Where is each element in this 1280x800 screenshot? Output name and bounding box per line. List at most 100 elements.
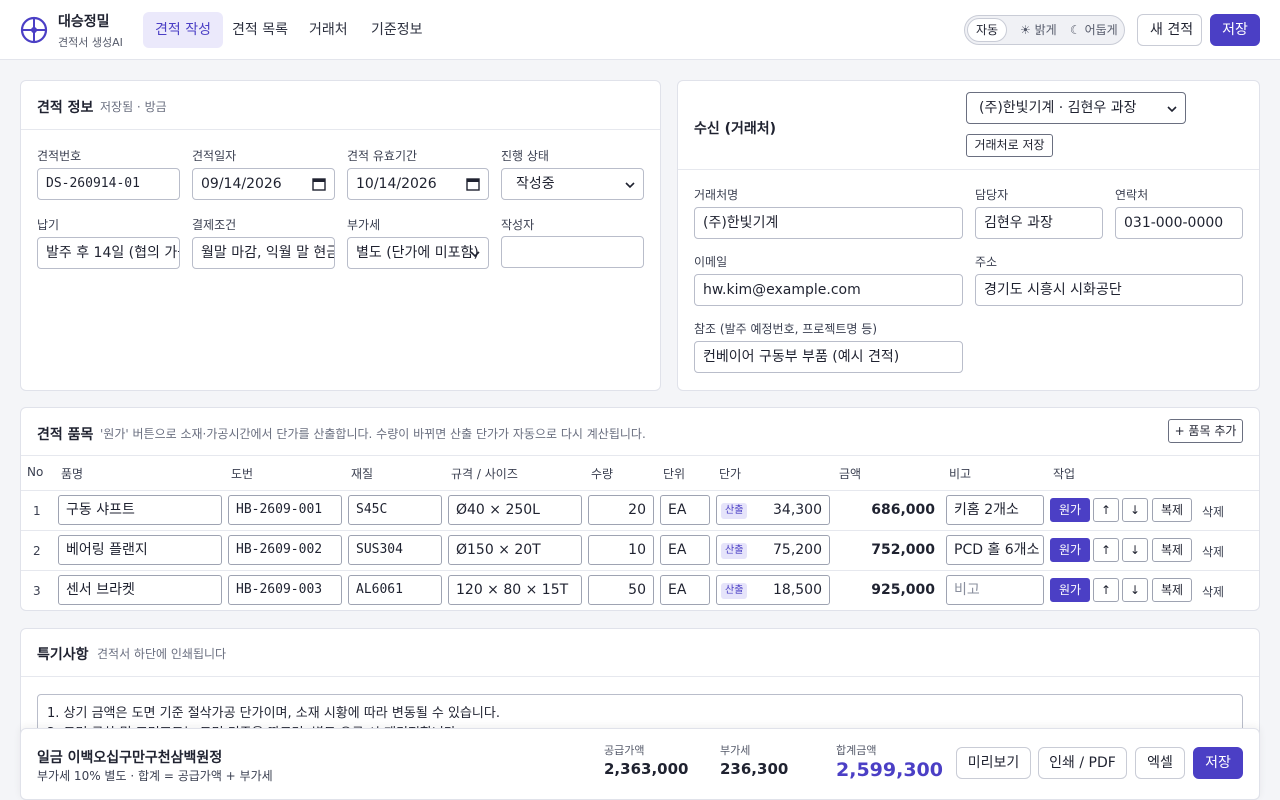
calendar-icon[interactable]: [312, 177, 326, 191]
vat-note: 부가세 10% 별도 · 합계 = 공급가액 + 부가세: [37, 769, 273, 783]
remark-input[interactable]: 비고: [946, 575, 1044, 605]
payment-input[interactable]: 월말 마감, 익월 말 현금: [192, 237, 335, 269]
save-status: 저장됨 · 방금: [100, 100, 167, 114]
progress-label: 진행 상태: [501, 149, 549, 163]
move-down-button[interactable]: ↓: [1122, 538, 1148, 562]
move-up-button[interactable]: ↑: [1093, 578, 1119, 602]
material-input[interactable]: SUS304: [348, 535, 442, 565]
client-select[interactable]: (주)한빛기계 · 김현우 과장: [966, 92, 1186, 124]
copy-row-button[interactable]: 복제: [1152, 538, 1192, 562]
move-down-button[interactable]: ↓: [1122, 578, 1148, 602]
spec-input[interactable]: Ø40 × 250L: [448, 495, 582, 525]
quote-number-label: 견적번호: [37, 149, 82, 163]
notes-title: 특기사항: [37, 647, 89, 663]
drawing-number-input[interactable]: HB-2609-001: [228, 495, 342, 525]
theme-dark[interactable]: ☾ 어둡게: [1062, 18, 1126, 42]
unit-input[interactable]: EA: [660, 495, 710, 525]
vat-label: 부가세: [347, 218, 381, 232]
remark-input[interactable]: PCD 홀 6개소: [946, 535, 1044, 565]
supply-value: 2,363,000: [604, 760, 689, 778]
calendar-icon[interactable]: [466, 177, 480, 191]
move-up-button[interactable]: ↑: [1093, 538, 1119, 562]
items-title: 견적 품목: [37, 427, 94, 443]
drawing-number-input[interactable]: HB-2609-002: [228, 535, 342, 565]
drawing-number-input[interactable]: HB-2609-003: [228, 575, 342, 605]
delete-row-button[interactable]: 삭제: [1202, 503, 1224, 520]
quote-date-label: 견적일자: [192, 149, 237, 163]
unit-price-input[interactable]: 산출 34,300: [716, 495, 830, 525]
progress-value: 작성중: [516, 176, 555, 192]
cost-button[interactable]: 원가: [1050, 498, 1090, 522]
preview-button[interactable]: 미리보기: [956, 747, 1031, 779]
brand-subtitle: 견적서 생성AI: [58, 36, 123, 49]
brand-name: 대승정밀: [58, 14, 110, 30]
material-input[interactable]: S45C: [348, 495, 442, 525]
grand-total-label: 합계금액: [836, 744, 877, 757]
crosshair-logo-icon: [20, 16, 48, 44]
theme-auto[interactable]: 자동: [967, 18, 1008, 42]
tab-quote-list[interactable]: 견적 목록: [220, 12, 300, 48]
quote-number-input[interactable]: DS-260914-01: [37, 168, 180, 200]
author-input[interactable]: [501, 236, 644, 268]
unit-price-input[interactable]: 산출 75,200: [716, 535, 830, 565]
row-divider: [21, 530, 1259, 531]
delete-row-button[interactable]: 삭제: [1202, 543, 1224, 560]
move-down-button[interactable]: ↓: [1122, 498, 1148, 522]
print-pdf-button[interactable]: 인쇄 / PDF: [1038, 747, 1127, 779]
qty-input[interactable]: 10: [588, 535, 654, 565]
progress-select[interactable]: 작성중: [501, 168, 644, 200]
line-amount: 925,000: [871, 582, 935, 598]
qty-input[interactable]: 20: [588, 495, 654, 525]
item-name-input[interactable]: 구동 샤프트: [58, 495, 222, 525]
unit-input[interactable]: EA: [660, 575, 710, 605]
cost-button[interactable]: 원가: [1050, 578, 1090, 602]
remark-input[interactable]: 키홈 2개소: [946, 495, 1044, 525]
spec-input[interactable]: 120 × 80 × 15T: [448, 575, 582, 605]
material-input[interactable]: AL6061: [348, 575, 442, 605]
valid-until-input[interactable]: 10/14/2026: [347, 168, 489, 200]
items-header-divider: [21, 455, 1259, 456]
new-quote-button[interactable]: 새 견적: [1137, 14, 1202, 46]
reference-input[interactable]: 컨베이어 구동부 부품 (예시 견적): [694, 341, 963, 373]
contact-input[interactable]: 김현우 과장: [975, 207, 1103, 239]
col-no: No: [27, 465, 44, 479]
company-input[interactable]: (주)한빛기계: [694, 207, 963, 239]
phone-input[interactable]: 031-000-0000: [1115, 207, 1243, 239]
unit-price-value: 18,500: [773, 582, 822, 598]
tab-clients[interactable]: 거래처: [297, 12, 360, 48]
unit-input[interactable]: EA: [660, 535, 710, 565]
vat-select[interactable]: 별도 (단가에 미포함): [347, 237, 489, 269]
item-name-input[interactable]: 센서 브라켓: [58, 575, 222, 605]
header-save-button[interactable]: 저장: [1210, 14, 1260, 46]
cost-button[interactable]: 원가: [1050, 538, 1090, 562]
address-input[interactable]: 경기도 시흥시 시화공단: [975, 274, 1243, 306]
move-up-button[interactable]: ↑: [1093, 498, 1119, 522]
copy-row-button[interactable]: 복제: [1152, 578, 1192, 602]
tab-master-data[interactable]: 기준정보: [359, 12, 435, 48]
spec-input[interactable]: Ø150 × 20T: [448, 535, 582, 565]
email-input[interactable]: hw.kim@example.com: [694, 274, 963, 306]
qty-input[interactable]: 50: [588, 575, 654, 605]
theme-light[interactable]: ☀ 밝게: [1012, 18, 1065, 42]
row-number: 1: [33, 504, 41, 518]
notes-line: 1. 상기 금액은 도면 기준 절삭가공 단가이며, 소재 시황에 따라 변동될…: [47, 706, 500, 721]
delivery-input[interactable]: 발주 후 14일 (협의 가능): [37, 237, 180, 269]
amount-in-words: 일금 이백오십구만구천삼백원정: [37, 750, 223, 766]
row-divider: [21, 570, 1259, 571]
tab-quote-create[interactable]: 견적 작성: [143, 12, 223, 48]
grand-total-value: 2,599,300: [836, 759, 943, 781]
company-label: 거래처명: [694, 188, 739, 202]
col-actions: 작업: [1053, 467, 1076, 481]
delete-row-button[interactable]: 삭제: [1202, 583, 1224, 600]
line-amount: 686,000: [871, 502, 935, 518]
copy-row-button[interactable]: 복제: [1152, 498, 1192, 522]
save-as-client-button[interactable]: 거래처로 저장: [966, 134, 1053, 157]
quote-date-input[interactable]: 09/14/2026: [192, 168, 335, 200]
add-item-button[interactable]: + 품목 추가: [1168, 419, 1243, 443]
footer-save-button[interactable]: 저장: [1193, 747, 1243, 779]
row-number: 3: [33, 584, 41, 598]
col-price: 단가: [719, 467, 742, 481]
excel-button[interactable]: 엑셀: [1135, 747, 1185, 779]
item-name-input[interactable]: 베어링 플랜지: [58, 535, 222, 565]
unit-price-input[interactable]: 산출 18,500: [716, 575, 830, 605]
